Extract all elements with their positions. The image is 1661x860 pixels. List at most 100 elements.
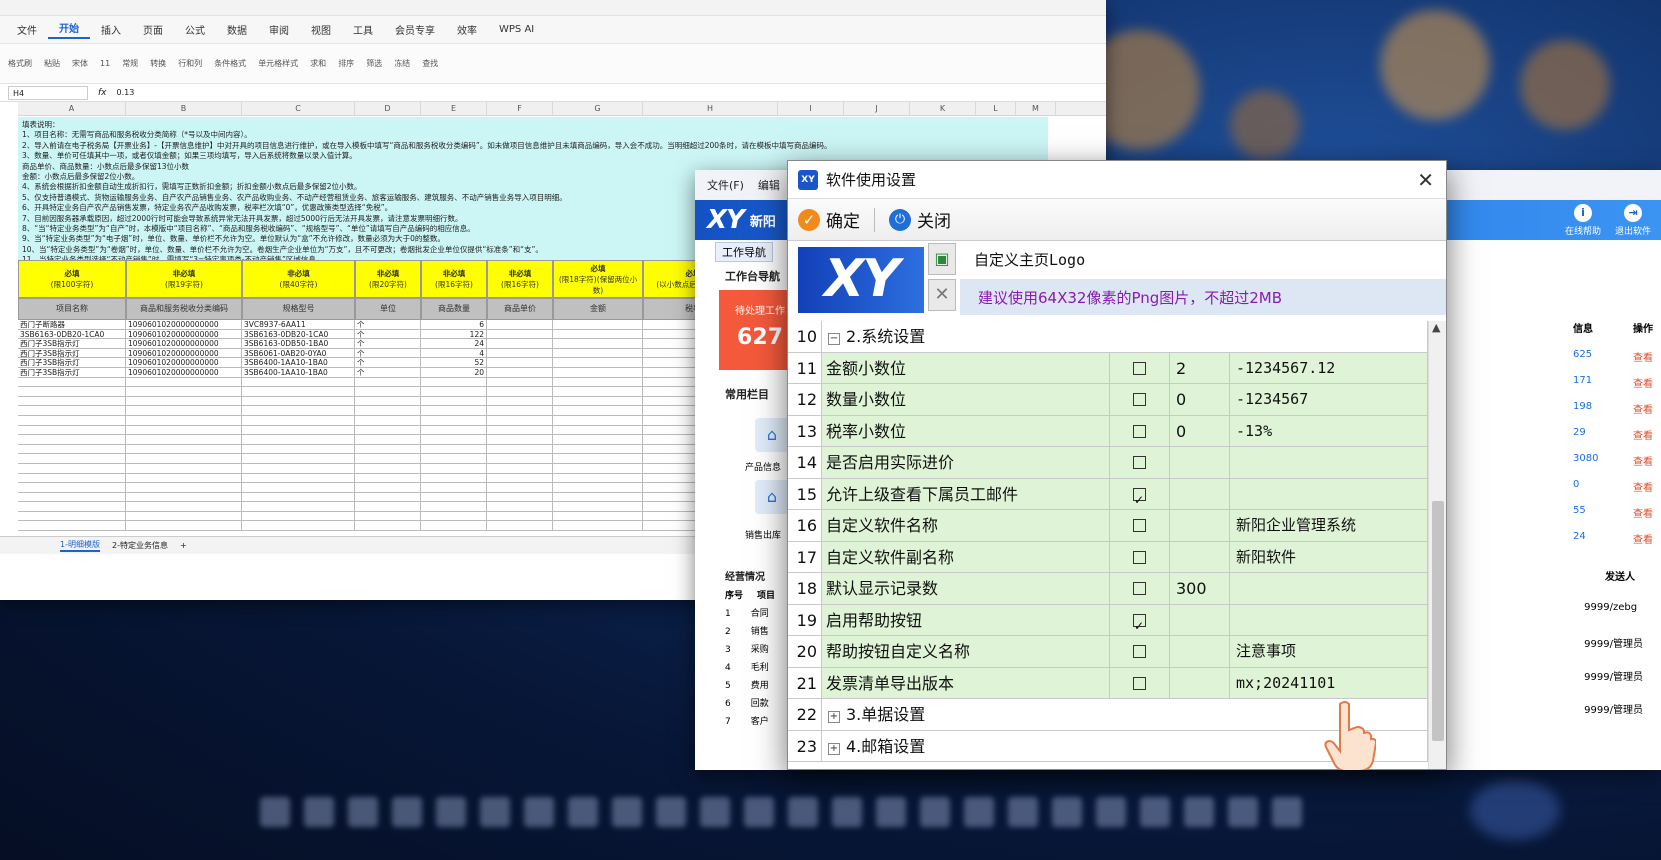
table-cell[interactable] — [487, 329, 553, 340]
table-cell[interactable] — [487, 521, 553, 532]
table-cell[interactable] — [355, 502, 421, 512]
ribbon-button[interactable]: 求和 — [310, 58, 326, 69]
table-cell[interactable]: 西门子断路器 — [18, 320, 126, 330]
view-link[interactable]: 查看 — [1633, 505, 1653, 531]
table-cell[interactable]: 个 — [355, 358, 421, 368]
table-cell[interactable] — [126, 435, 242, 445]
table-cell[interactable] — [487, 387, 553, 397]
table-cell[interactable] — [126, 425, 242, 436]
table-cell[interactable] — [355, 377, 421, 388]
table-cell[interactable] — [126, 454, 242, 464]
table-cell[interactable] — [355, 483, 421, 493]
column-header[interactable]: K — [910, 102, 976, 115]
tab-work-nav[interactable]: 工作导航 — [715, 242, 773, 262]
table-cell[interactable] — [487, 444, 553, 455]
table-cell[interactable] — [18, 454, 126, 464]
scroll-up-icon[interactable]: ▲ — [1432, 321, 1440, 334]
upload-image-icon[interactable]: ▣ — [928, 243, 956, 275]
table-cell[interactable] — [421, 492, 487, 503]
table-cell[interactable] — [487, 339, 553, 349]
delete-image-icon[interactable]: ✕ — [928, 279, 956, 311]
table-cell[interactable] — [421, 387, 487, 397]
view-link[interactable]: 查看 — [1633, 375, 1653, 401]
table-cell[interactable]: 52 — [421, 358, 487, 368]
settings-row[interactable]: 17 自定义软件副名称 新阳软件 — [788, 541, 1428, 573]
setting-checkbox-cell[interactable] — [1110, 573, 1170, 604]
table-cell[interactable] — [126, 444, 242, 455]
table-cell[interactable] — [242, 492, 355, 503]
table-cell[interactable]: 个 — [355, 329, 421, 340]
table-cell[interactable]: 3SB6400-1AA10-1BA0 — [242, 367, 355, 378]
setting-checkbox-cell[interactable] — [1110, 384, 1170, 415]
table-cell[interactable] — [355, 454, 421, 464]
ribbon-button[interactable]: 转换 — [150, 58, 166, 69]
table-cell[interactable] — [553, 387, 643, 397]
table-cell[interactable] — [421, 473, 487, 484]
table-cell[interactable] — [553, 483, 643, 493]
table-cell[interactable] — [18, 521, 126, 532]
table-cell[interactable] — [18, 502, 126, 512]
view-link[interactable]: 查看 — [1633, 427, 1653, 453]
table-cell[interactable] — [242, 406, 355, 416]
table-cell[interactable] — [421, 521, 487, 532]
table-cell[interactable] — [18, 377, 126, 388]
table-cell[interactable] — [355, 463, 421, 474]
checkbox[interactable] — [1133, 361, 1146, 375]
setting-checkbox-cell[interactable] — [1110, 415, 1170, 446]
setting-checkbox-cell[interactable] — [1110, 604, 1170, 635]
table-cell[interactable] — [553, 396, 643, 407]
table-cell[interactable] — [242, 444, 355, 455]
table-cell[interactable] — [421, 425, 487, 436]
table-cell[interactable] — [242, 521, 355, 532]
menu-item[interactable]: 文件 — [6, 22, 48, 37]
setting-checkbox-cell[interactable] — [1110, 636, 1170, 667]
table-cell[interactable] — [242, 483, 355, 493]
ops-row[interactable]: 5 费用 — [725, 678, 789, 696]
column-header[interactable]: G — [553, 102, 643, 115]
table-cell[interactable] — [421, 444, 487, 455]
setting-value[interactable]: 0 — [1170, 415, 1230, 446]
table-cell[interactable] — [487, 377, 553, 388]
table-cell[interactable] — [355, 396, 421, 407]
column-header[interactable]: C — [242, 102, 355, 115]
table-cell[interactable] — [487, 396, 553, 407]
setting-value[interactable] — [1170, 541, 1230, 572]
table-cell[interactable]: 个 — [355, 348, 421, 359]
setting-checkbox-cell[interactable] — [1110, 447, 1170, 478]
setting-value[interactable] — [1170, 667, 1230, 698]
table-cell[interactable] — [553, 435, 643, 445]
table-cell[interactable]: 6 — [421, 320, 487, 330]
table-cell[interactable] — [355, 511, 421, 522]
table-cell[interactable]: 1090601020000000000 — [126, 339, 242, 349]
table-cell[interactable] — [18, 511, 126, 522]
menu-item[interactable]: 数据 — [216, 22, 258, 37]
menu-item[interactable]: 页面 — [132, 22, 174, 37]
table-cell[interactable] — [553, 454, 643, 464]
column-header[interactable]: H — [643, 102, 778, 115]
column-header[interactable]: D — [355, 102, 421, 115]
table-cell[interactable] — [487, 463, 553, 474]
table-cell[interactable] — [126, 502, 242, 512]
settings-group-row[interactable]: 10−2.系统设置 — [788, 321, 1428, 353]
table-cell[interactable] — [18, 387, 126, 397]
table-cell[interactable]: 24 — [421, 339, 487, 349]
table-cell[interactable]: 3SB6163-0DB20-1CA0 — [242, 329, 355, 340]
table-cell[interactable] — [421, 483, 487, 493]
table-cell[interactable]: 3SB6163-0DB20-1CA0 — [18, 329, 126, 340]
view-link[interactable]: 查看 — [1633, 401, 1653, 427]
setting-checkbox-cell[interactable] — [1110, 352, 1170, 383]
table-cell[interactable] — [18, 483, 126, 493]
setting-checkbox-cell[interactable] — [1110, 667, 1170, 698]
table-cell[interactable] — [242, 387, 355, 397]
table-cell[interactable] — [487, 415, 553, 426]
table-cell[interactable] — [242, 463, 355, 474]
settings-row[interactable]: 14 是否启用实际进价 — [788, 447, 1428, 479]
formula-input[interactable]: 0.13 — [117, 88, 135, 97]
ribbon-button[interactable]: 11 — [100, 59, 110, 68]
table-cell[interactable] — [126, 473, 242, 484]
menu-item[interactable]: 插入 — [90, 22, 132, 37]
menu-item[interactable]: 效率 — [446, 22, 488, 37]
table-cell[interactable]: 1090601020000000000 — [126, 358, 242, 368]
sheet-tab[interactable]: 1-明细模版 — [60, 539, 100, 552]
table-cell[interactable]: 4 — [421, 348, 487, 359]
